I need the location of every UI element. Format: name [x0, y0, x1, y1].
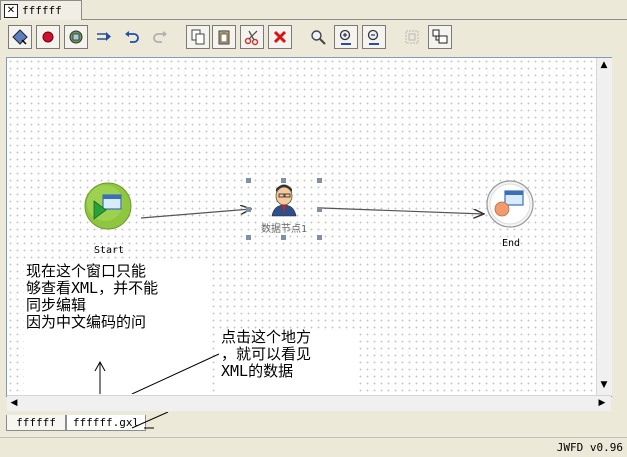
annotation-arrows — [94, 353, 220, 394]
zoom-out-icon[interactable] — [362, 25, 386, 49]
undo-icon[interactable] — [120, 25, 144, 49]
transition-tool-icon[interactable] — [92, 25, 116, 49]
tab-design[interactable]: ffffff — [6, 415, 66, 431]
select-tool-icon[interactable] — [8, 25, 32, 49]
close-icon[interactable]: ✕ — [4, 4, 18, 18]
horizontal-scrollbar[interactable]: ◀ ▶ — [7, 395, 611, 411]
fit-icon[interactable] — [400, 25, 424, 49]
document-tab[interactable]: ✕ ffffff — [0, 0, 82, 20]
scroll-down-icon[interactable]: ▼ — [597, 378, 611, 392]
record-icon[interactable] — [36, 25, 60, 49]
layout-icon[interactable] — [428, 25, 452, 49]
node-tool-icon[interactable] — [64, 25, 88, 49]
document-tab-title: ffffff — [22, 4, 62, 17]
scroll-up-icon[interactable]: ▲ — [597, 58, 611, 72]
search-icon[interactable] — [306, 25, 330, 49]
copy-icon[interactable] — [186, 25, 210, 49]
redo-icon[interactable] — [148, 25, 172, 49]
workflow-canvas[interactable]: Start 数据节点1 End 现在这个窗口只能 够查看XML，并不能 同步编辑… — [7, 58, 596, 394]
status-bar — [0, 437, 627, 457]
paste-icon[interactable] — [212, 25, 236, 49]
scroll-right-icon[interactable]: ▶ — [595, 396, 609, 410]
tab-annotation-arrow — [131, 412, 169, 429]
version-label: JWFD v0.96 — [556, 441, 623, 454]
cut-icon[interactable] — [240, 25, 264, 49]
zoom-in-icon[interactable] — [334, 25, 358, 49]
toolbar — [0, 20, 627, 54]
delete-icon[interactable] — [268, 25, 292, 49]
vertical-scrollbar[interactable]: ▲ ▼ — [596, 58, 612, 396]
scroll-left-icon[interactable]: ◀ — [7, 396, 21, 410]
